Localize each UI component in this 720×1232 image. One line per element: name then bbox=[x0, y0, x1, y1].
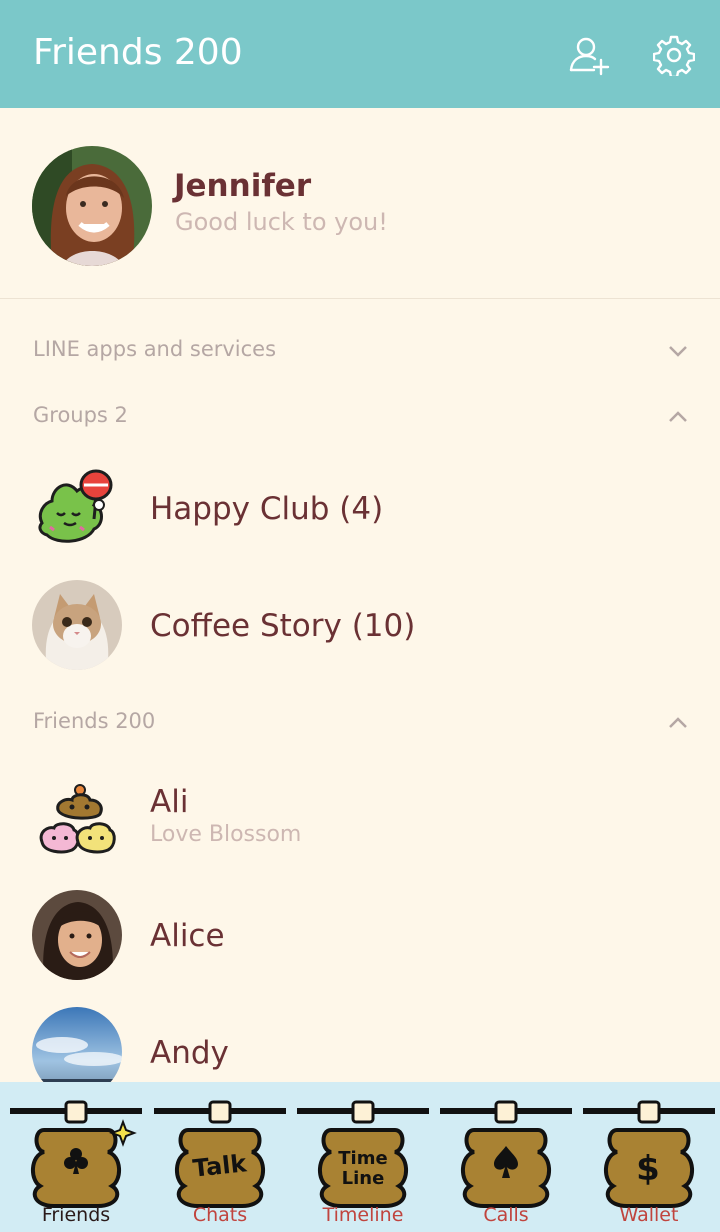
group-row[interactable]: Coffee Story (10) bbox=[0, 570, 720, 680]
chevron-up-icon bbox=[669, 411, 687, 422]
spade-bag-icon bbox=[440, 1100, 572, 1208]
svg-text:Time: Time bbox=[338, 1148, 387, 1169]
friend-status-message: Love Blossom bbox=[150, 822, 302, 847]
tab-timeline[interactable]: Time Line Timeline bbox=[291, 1082, 435, 1232]
section-line-apps-services[interactable]: LINE apps and services bbox=[0, 321, 720, 381]
friend-name: Andy bbox=[150, 1035, 229, 1071]
tab-chats[interactable]: Talk Chats bbox=[148, 1082, 292, 1232]
group-name: Happy Club (4) bbox=[150, 491, 384, 527]
tab-calls[interactable]: Calls bbox=[434, 1082, 578, 1232]
bottom-tab-bar: Friends Talk Chats Time Line Timeline Ca… bbox=[0, 1082, 720, 1232]
chevron-down-icon bbox=[669, 346, 687, 357]
profile-status-message: Good luck to you! bbox=[175, 208, 388, 236]
section-groups[interactable]: Groups 2 bbox=[0, 387, 720, 447]
svg-text:$: $ bbox=[636, 1149, 660, 1189]
tab-label: Friends bbox=[41, 1204, 111, 1226]
chevron-up-icon bbox=[669, 717, 687, 728]
tab-label: Timeline bbox=[322, 1204, 404, 1226]
settings-gear-icon[interactable] bbox=[653, 34, 695, 76]
tab-friends[interactable]: Friends bbox=[4, 1082, 148, 1232]
profile-name: Jennifer bbox=[174, 168, 312, 204]
svg-text:Line: Line bbox=[342, 1168, 385, 1189]
svg-text:Talk: Talk bbox=[191, 1149, 248, 1183]
friend-name: Alice bbox=[150, 918, 225, 954]
friend-row[interactable]: Ali Love Blossom bbox=[0, 760, 720, 870]
section-label: LINE apps and services bbox=[33, 337, 277, 361]
tab-wallet[interactable]: $ Wallet bbox=[577, 1082, 720, 1232]
friend-row[interactable]: Alice bbox=[0, 880, 720, 990]
tab-label: Calls bbox=[483, 1204, 529, 1226]
friend-name: Ali bbox=[150, 784, 189, 820]
group-avatar-sticker bbox=[32, 463, 122, 553]
group-name: Coffee Story (10) bbox=[150, 608, 416, 644]
section-label: Groups 2 bbox=[33, 403, 128, 427]
group-row[interactable]: Happy Club (4) bbox=[0, 453, 720, 563]
avatar[interactable] bbox=[32, 146, 152, 266]
section-friends[interactable]: Friends 200 bbox=[0, 693, 720, 753]
tab-label: Chats bbox=[192, 1204, 248, 1226]
timeline-bag-icon: Time Line bbox=[297, 1100, 429, 1208]
club-bag-icon bbox=[10, 1100, 142, 1208]
top-bar: Friends 200 bbox=[0, 0, 720, 108]
add-friend-icon[interactable] bbox=[568, 34, 610, 76]
group-avatar bbox=[32, 580, 122, 670]
friend-avatar bbox=[32, 890, 122, 980]
page-title: Friends 200 bbox=[33, 32, 243, 73]
friend-avatar-sticker bbox=[32, 770, 122, 860]
talk-bag-icon: Talk bbox=[154, 1100, 286, 1208]
tab-label: Wallet bbox=[619, 1204, 679, 1226]
dollar-bag-icon: $ bbox=[583, 1100, 715, 1208]
section-label: Friends 200 bbox=[33, 709, 156, 733]
my-profile[interactable]: Jennifer Good luck to you! bbox=[0, 108, 720, 299]
